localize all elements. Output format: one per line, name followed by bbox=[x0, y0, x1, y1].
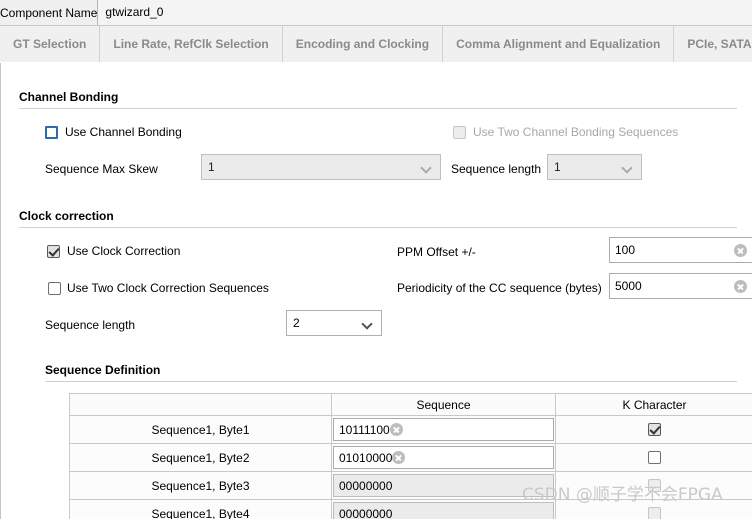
chevron-down-icon bbox=[363, 319, 372, 328]
use-clock-correction-label: Use Clock Correction bbox=[67, 244, 181, 258]
clear-icon[interactable] bbox=[392, 451, 406, 464]
section-title-channel-bonding: Channel Bonding bbox=[19, 90, 119, 104]
cb-sequence-length-value: 1 bbox=[554, 160, 561, 174]
sequence-input[interactable]: 01010000 bbox=[333, 446, 554, 469]
sequence-input[interactable]: 00000000 bbox=[333, 502, 554, 519]
ppm-offset-field[interactable]: 100 bbox=[609, 237, 752, 263]
sequence-input[interactable]: 10111100 bbox=[333, 418, 554, 441]
sequence-value: 10111100 bbox=[339, 422, 390, 437]
sequence-value: 00000000 bbox=[339, 506, 393, 519]
row-k-character-cell bbox=[555, 443, 752, 472]
column-header-sequence: Sequence bbox=[331, 393, 556, 416]
tab-line-rate-refclk-selection[interactable]: Line Rate, RefClk Selection bbox=[100, 26, 283, 62]
tab-pcie-sata-prbs[interactable]: PCIe, SATA, PRBS bbox=[674, 26, 752, 62]
sequence-definition-table: Sequence K Character Sequence1, Byte1 10… bbox=[69, 393, 752, 519]
use-clock-correction-checkbox[interactable] bbox=[47, 245, 60, 258]
row-name: Sequence1, Byte2 bbox=[69, 443, 332, 472]
cb-sequence-length-combo[interactable]: 1 bbox=[547, 154, 642, 180]
use-two-clock-correction-sequences-label: Use Two Clock Correction Sequences bbox=[67, 281, 269, 295]
tab-encoding-and-clocking[interactable]: Encoding and Clocking bbox=[283, 26, 444, 62]
k-character-checkbox[interactable] bbox=[647, 422, 661, 436]
cb-sequence-length-label: Sequence length bbox=[451, 162, 542, 176]
component-name-input[interactable] bbox=[97, 0, 752, 25]
table-row: Sequence1, Byte3 00000000 bbox=[69, 471, 752, 500]
cc-sequence-length-value: 2 bbox=[293, 316, 300, 330]
sequence-value: 00000000 bbox=[339, 478, 393, 493]
settings-panel: Channel Bonding Use Channel Bonding Use … bbox=[0, 63, 752, 519]
row-sequence-cell: 00000000 bbox=[331, 499, 556, 519]
tab-gt-selection[interactable]: GT Selection bbox=[0, 26, 101, 62]
section-title-sequence-definition: Sequence Definition bbox=[45, 363, 161, 377]
section-rule-channel-bonding bbox=[19, 108, 737, 109]
column-header-name bbox=[69, 393, 332, 416]
component-name-label: Component Name bbox=[0, 5, 98, 20]
table-row: Sequence1, Byte1 10111100 bbox=[69, 415, 752, 444]
section-title-clock-correction: Clock correction bbox=[19, 209, 114, 223]
component-name-bar: Component Name bbox=[0, 0, 752, 26]
column-header-k-character: K Character bbox=[555, 393, 752, 416]
k-character-checkbox[interactable] bbox=[647, 506, 661, 519]
periodicity-field[interactable]: 5000 bbox=[609, 273, 752, 299]
table-row: Sequence1, Byte4 00000000 bbox=[69, 499, 752, 519]
k-character-checkbox[interactable] bbox=[647, 450, 661, 464]
sequence-max-skew-combo[interactable]: 1 bbox=[201, 154, 441, 180]
sequence-max-skew-label: Sequence Max Skew bbox=[45, 162, 158, 176]
chevron-down-icon bbox=[623, 163, 632, 172]
cc-sequence-length-combo[interactable]: 2 bbox=[286, 310, 382, 336]
row-k-character-cell bbox=[555, 415, 752, 444]
row-name: Sequence1, Byte3 bbox=[69, 471, 332, 500]
use-two-channel-bonding-sequences-checkbox[interactable] bbox=[453, 126, 466, 139]
section-rule-sequence-definition bbox=[45, 381, 737, 382]
clear-icon[interactable] bbox=[734, 279, 747, 293]
row-sequence-cell: 10111100 bbox=[331, 415, 556, 444]
k-character-checkbox[interactable] bbox=[647, 478, 661, 492]
row-k-character-cell bbox=[555, 499, 752, 519]
row-k-character-cell bbox=[555, 471, 752, 500]
sequence-max-skew-value: 1 bbox=[208, 160, 215, 174]
periodicity-label: Periodicity of the CC sequence (bytes) bbox=[397, 281, 602, 295]
use-channel-bonding-checkbox[interactable] bbox=[45, 126, 58, 139]
sequence-input[interactable]: 00000000 bbox=[333, 474, 554, 497]
sequence-value: 01010000 bbox=[339, 450, 393, 465]
row-name: Sequence1, Byte1 bbox=[69, 415, 332, 444]
use-two-channel-bonding-sequences-label: Use Two Channel Bonding Sequences bbox=[473, 125, 679, 139]
chevron-down-icon bbox=[422, 163, 431, 172]
row-sequence-cell: 00000000 bbox=[331, 471, 556, 500]
ppm-offset-value: 100 bbox=[615, 243, 636, 257]
row-sequence-cell: 01010000 bbox=[331, 443, 556, 472]
tab-bar: GT Selection Line Rate, RefClk Selection… bbox=[0, 26, 752, 63]
row-name: Sequence1, Byte4 bbox=[69, 499, 332, 519]
clear-icon[interactable] bbox=[734, 243, 747, 257]
table-row: Sequence1, Byte2 01010000 bbox=[69, 443, 752, 472]
periodicity-value: 5000 bbox=[615, 279, 642, 293]
use-channel-bonding-label: Use Channel Bonding bbox=[65, 125, 182, 139]
use-two-clock-correction-sequences-checkbox[interactable] bbox=[48, 282, 61, 295]
table-header-row: Sequence K Character bbox=[69, 393, 752, 416]
section-rule-clock-correction bbox=[19, 227, 737, 228]
cc-sequence-length-label: Sequence length bbox=[45, 318, 136, 332]
ppm-offset-label: PPM Offset +/- bbox=[397, 245, 476, 259]
clear-icon[interactable] bbox=[389, 423, 403, 436]
tab-comma-alignment-and-equalization[interactable]: Comma Alignment and Equalization bbox=[443, 26, 675, 62]
